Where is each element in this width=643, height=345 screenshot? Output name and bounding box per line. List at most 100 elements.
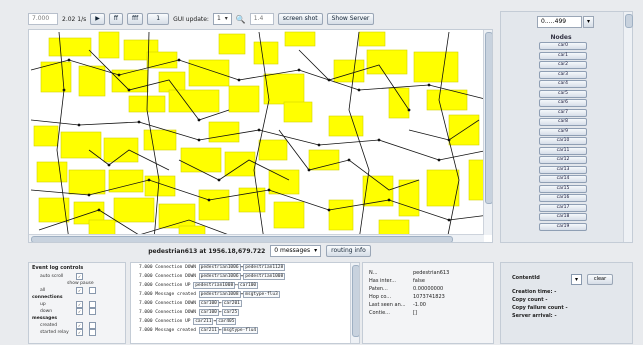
log-node-a[interactable]: pedestrian1008 [198, 291, 241, 298]
content-id-select[interactable]: ▾ [571, 274, 582, 285]
map-vscroll-thumb[interactable] [485, 32, 492, 204]
node-button[interactable]: car1 [539, 51, 587, 60]
event-filter-label: down [40, 309, 53, 314]
log-lines: 7.000 Connection DOWN pedestrian1006 ↔ ped… [131, 263, 359, 335]
info-key: Has inter... [369, 278, 396, 284]
play-button[interactable]: ▶ [90, 13, 105, 25]
log-text: Connection DOWN [155, 301, 196, 306]
show-checkbox[interactable]: ✓ [76, 308, 83, 315]
screenshot-button[interactable]: screen shot [277, 13, 323, 25]
pause-checkbox[interactable] [89, 287, 96, 294]
node-button[interactable]: car18 [539, 213, 587, 221]
ff-button[interactable]: ff [108, 13, 123, 25]
nodes-scroll-thumb[interactable] [625, 14, 633, 28]
event-log-controls: Event log controls auto scroll ✓ show pa… [28, 262, 126, 344]
log-node-a[interactable]: car100 [198, 300, 219, 307]
event-filter-label: up [40, 302, 46, 307]
log-node-a[interactable]: pedestrian1006 [198, 264, 241, 271]
routing-info-button[interactable]: routing info [326, 245, 371, 257]
node-button[interactable]: car17 [539, 203, 587, 212]
show-checkbox[interactable]: ✓ [76, 301, 83, 308]
info-row: Has inter... false [363, 277, 493, 285]
node-button[interactable]: car4 [539, 80, 587, 88]
node-button[interactable]: car16 [539, 194, 587, 202]
log-node-b[interactable]: msgtype-flu3 [243, 291, 280, 298]
map-horizontal-scrollbar[interactable] [29, 234, 484, 242]
node-button[interactable]: car2 [539, 61, 587, 69]
log-node-a[interactable]: car100 [198, 309, 219, 316]
messages-dropdown[interactable]: 0 messages ▾ [270, 245, 322, 257]
show-pause-header: show pause [67, 281, 94, 286]
log-node-b[interactable]: pedestrian1128 [243, 264, 286, 271]
node-button[interactable]: car8 [539, 118, 587, 126]
show-checkbox[interactable]: ✓ [76, 329, 83, 336]
show-checkbox[interactable]: ✓ [76, 322, 83, 329]
node-button[interactable]: car11 [539, 146, 587, 155]
map-hscroll-thumb[interactable] [31, 236, 453, 242]
map-canvas[interactable] [28, 29, 493, 243]
node-button[interactable]: car0 [539, 42, 587, 50]
log-scrollbar[interactable] [350, 263, 359, 343]
auto-scroll-checkbox[interactable]: ✓ [76, 273, 83, 280]
info-key: N... [369, 270, 378, 276]
node-button[interactable]: car15 [539, 184, 587, 193]
info-value: pedestrian613 [413, 270, 450, 276]
node-button[interactable]: car7 [539, 108, 587, 117]
log-node-b[interactable]: car405 [216, 318, 237, 325]
pause-checkbox[interactable] [89, 308, 96, 315]
node-button[interactable]: car6 [539, 99, 587, 107]
info-value: -1.00 [413, 302, 426, 308]
log-time: 7.000 [139, 319, 153, 324]
show-server-button[interactable]: Show Server [326, 13, 375, 25]
log-node-a[interactable]: pedestrian1006 [198, 273, 241, 280]
log-node-a[interactable]: pedestrian1008 [193, 282, 236, 289]
info-value: 0.00000000 [413, 286, 444, 292]
log-node-a[interactable]: car211 [193, 318, 214, 325]
chevron-down-icon: ▾ [314, 247, 318, 254]
log-time: 7.000 [139, 265, 153, 270]
node-button[interactable]: car10 [539, 137, 587, 145]
speed-label: 2.02 1/s [62, 15, 87, 23]
zoom-field[interactable]: 1.4 [249, 13, 274, 25]
pause-checkbox[interactable] [89, 301, 96, 308]
log-node-a[interactable]: car211 [198, 327, 219, 334]
log-line: 7.000 Connection UP car211 ↔ car405 [139, 318, 237, 325]
log-node-b[interactable]: car100 [237, 282, 259, 289]
toolbar: 7.000 2.02 1/s ▶ ff fff 1 GUI update: 1 ▾… [28, 11, 490, 27]
log-node-b[interactable]: msgtype-flu4 [221, 327, 259, 334]
node-button[interactable]: car5 [539, 89, 587, 98]
node-button[interactable]: car3 [539, 70, 587, 79]
node-button[interactable]: car9 [539, 127, 587, 136]
status-text: pedestrian613 at 1956.18,679.722 [148, 247, 266, 255]
log-line: 7.000 Connection UP pedestrian1008 ↔ car10… [139, 282, 259, 289]
log-node-b[interactable]: car201 [221, 300, 242, 307]
log-node-b[interactable]: car25 [221, 309, 240, 316]
info-key: Contie... [369, 310, 390, 316]
pause-checkbox[interactable] [89, 329, 96, 336]
fff-button[interactable]: fff [127, 13, 144, 25]
play-icon: ▶ [95, 15, 100, 22]
map-vertical-scrollbar[interactable] [483, 30, 492, 235]
chevron-down-icon[interactable]: ▾ [583, 16, 594, 28]
node-button[interactable]: car19 [539, 222, 587, 231]
log-line: 7.000 Connection DOWN pedestrian1006 ↔ ped… [139, 273, 286, 280]
event-filter-label: started relay [40, 330, 69, 335]
node-button[interactable]: car14 [539, 175, 587, 183]
creation-time-label: Creation time: - [512, 289, 557, 295]
node-button[interactable]: car12 [539, 156, 587, 164]
step-field[interactable]: 1 [147, 13, 170, 25]
clear-button[interactable]: clear [587, 274, 613, 285]
info-rows: N... pedestrian613 Has inter... false Paten.… [363, 263, 493, 317]
pause-checkbox[interactable] [89, 322, 96, 329]
log-node-b[interactable]: pedestrian1008 [243, 273, 286, 280]
gui-update-select[interactable]: 1 ▾ [212, 13, 232, 25]
node-button[interactable]: car13 [539, 165, 587, 174]
zoom-icon[interactable]: 🔍 [236, 15, 246, 24]
show-checkbox[interactable]: ✓ [76, 287, 83, 294]
nodes-scrollbar[interactable] [623, 12, 633, 242]
node-group-select[interactable]: 0..…499 [537, 16, 582, 28]
nodes-list: car0 car1 car2 car3 car4 car5 car6 car7 car8 car9… [539, 42, 587, 232]
log-scroll-thumb[interactable] [352, 265, 359, 337]
event-log[interactable]: 7.000 Connection DOWN pedestrian1006 ↔ ped… [130, 262, 360, 344]
log-time: 7.000 [139, 301, 153, 306]
